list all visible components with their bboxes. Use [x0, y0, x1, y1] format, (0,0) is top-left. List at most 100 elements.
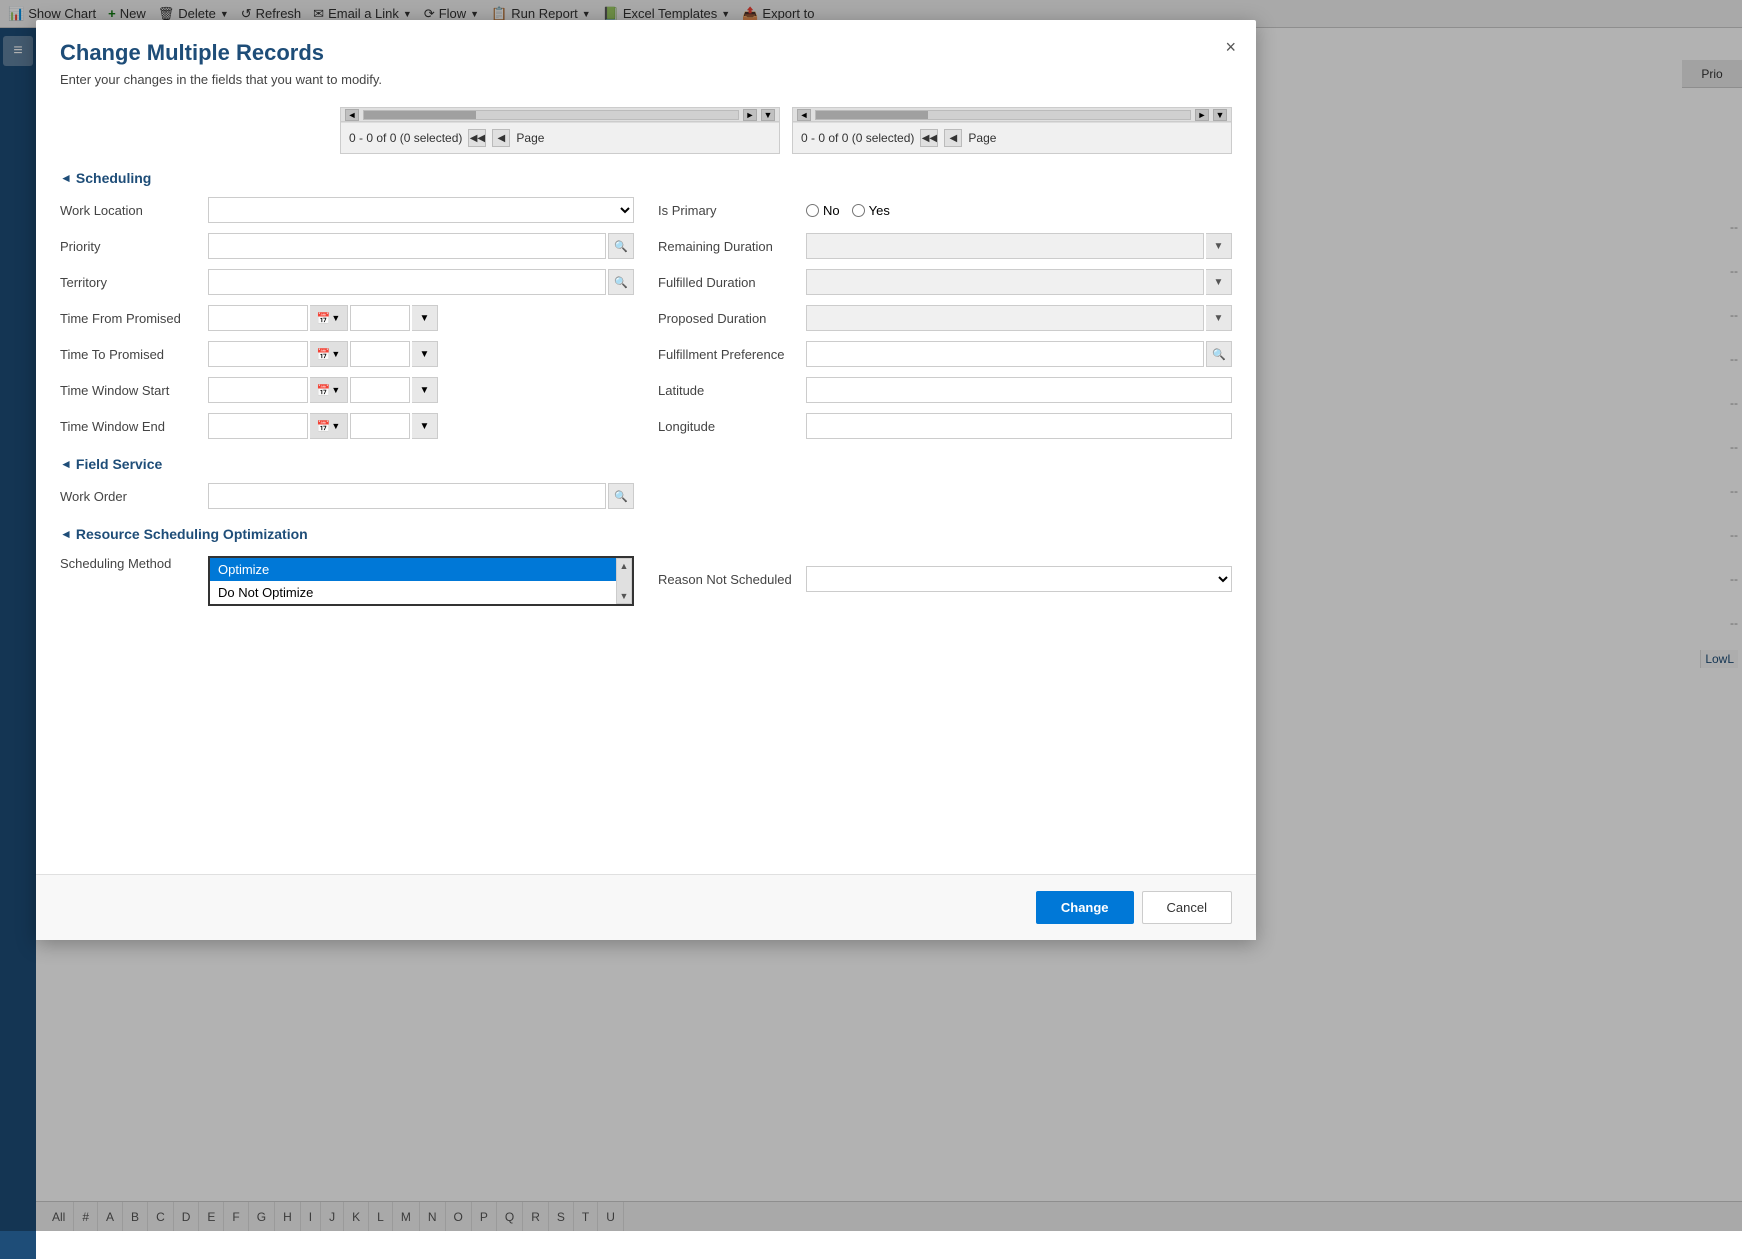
time-window-end-calendar-btn[interactable]: 📅 ▼: [310, 413, 348, 439]
grid1-scroll-down[interactable]: ▼: [761, 109, 775, 121]
fulfillment-preference-row: Fulfillment Preference 🔍: [658, 340, 1232, 368]
field-service-collapse-icon[interactable]: ◄: [60, 457, 72, 471]
work-order-lookup-btn[interactable]: 🔍: [608, 483, 634, 509]
grid1-scroll-thumb: [364, 111, 476, 119]
time-window-end-date-input[interactable]: [208, 413, 308, 439]
longitude-row: Longitude: [658, 412, 1232, 440]
fulfillment-preference-input[interactable]: [806, 341, 1204, 367]
territory-label: Territory: [60, 275, 200, 290]
scheduling-method-scroll-down[interactable]: ▼: [620, 591, 629, 601]
grid1-scroll-right[interactable]: ►: [743, 109, 757, 121]
rso-section-header: ◄ Resource Scheduling Optimization: [60, 526, 1232, 542]
rso-form-grid: Scheduling Method Optimize Do Not Optimi…: [60, 552, 1232, 606]
work-order-row: Work Order 🔍: [60, 482, 634, 510]
grid1-scroll-left[interactable]: ◄: [345, 109, 359, 121]
date-picker-chevron-2[interactable]: ▼: [331, 349, 340, 359]
grid2-scroll-thumb: [816, 111, 928, 119]
time-to-promised-time-btn[interactable]: ▼: [412, 341, 438, 367]
work-order-label: Work Order: [60, 489, 200, 504]
work-order-control: 🔍: [208, 483, 634, 509]
work-location-select[interactable]: [208, 197, 634, 223]
priority-lookup-btn[interactable]: 🔍: [608, 233, 634, 259]
date-picker-chevron-3[interactable]: ▼: [331, 385, 340, 395]
is-primary-no-option[interactable]: No: [806, 203, 840, 218]
grid1-first-page[interactable]: ◀◀: [468, 129, 486, 147]
grid2-first-page[interactable]: ◀◀: [920, 129, 938, 147]
grid1-footer: 0 - 0 of 0 (0 selected) ◀◀ ◀ Page: [341, 122, 779, 153]
dialog-close-button[interactable]: ×: [1225, 38, 1236, 56]
date-picker-chevron[interactable]: ▼: [331, 313, 340, 323]
dialog-title: Change Multiple Records: [60, 40, 1232, 66]
is-primary-no-radio[interactable]: [806, 204, 819, 217]
work-order-input[interactable]: [208, 483, 606, 509]
fulfillment-preference-control: 🔍: [806, 341, 1232, 367]
proposed-duration-input[interactable]: [806, 305, 1204, 331]
time-window-start-time-input[interactable]: [350, 377, 410, 403]
grid2-scroll-right[interactable]: ►: [1195, 109, 1209, 121]
fulfilled-duration-dropdown[interactable]: ▼: [1206, 269, 1232, 295]
grid2-scroll-left[interactable]: ◄: [797, 109, 811, 121]
time-window-end-label: Time Window End: [60, 419, 200, 434]
grid1-scroll-track[interactable]: [363, 110, 739, 120]
time-window-start-time-btn[interactable]: ▼: [412, 377, 438, 403]
time-window-start-date-input[interactable]: [208, 377, 308, 403]
rso-section-title: Resource Scheduling Optimization: [76, 526, 308, 542]
territory-lookup-btn[interactable]: 🔍: [608, 269, 634, 295]
calendar-icon-2: 📅: [317, 348, 331, 361]
dialog-footer: Change Cancel: [36, 874, 1256, 940]
grid2-scroll-track[interactable]: [815, 110, 1191, 120]
time-from-promised-calendar-btn[interactable]: 📅 ▼: [310, 305, 348, 331]
reason-not-scheduled-control: [806, 566, 1232, 592]
grid2-page-label: Page: [968, 131, 996, 145]
proposed-duration-dropdown[interactable]: ▼: [1206, 305, 1232, 331]
grid2-prev-page[interactable]: ◀: [944, 129, 962, 147]
change-button[interactable]: Change: [1036, 891, 1134, 924]
time-to-promised-calendar-btn[interactable]: 📅 ▼: [310, 341, 348, 367]
time-from-promised-date-input[interactable]: [208, 305, 308, 331]
priority-input[interactable]: [208, 233, 606, 259]
grid1-prev-page[interactable]: ◀: [492, 129, 510, 147]
latitude-row: Latitude: [658, 376, 1232, 404]
time-window-end-row: Time Window End 📅 ▼ ▼: [60, 412, 634, 440]
time-to-promised-time-input[interactable]: [350, 341, 410, 367]
is-primary-yes-option[interactable]: Yes: [852, 203, 890, 218]
cancel-button[interactable]: Cancel: [1142, 891, 1232, 924]
scheduling-method-do-not-optimize-option[interactable]: Do Not Optimize: [210, 581, 616, 604]
scheduling-collapse-icon[interactable]: ◄: [60, 171, 72, 185]
grid1-scrollbar[interactable]: ◄ ► ▼: [341, 108, 779, 122]
scheduling-method-optimize-option[interactable]: Optimize: [210, 558, 616, 581]
scheduling-method-scroll-up[interactable]: ▲: [620, 561, 629, 571]
longitude-input[interactable]: [806, 413, 1232, 439]
fulfillment-preference-lookup-btn[interactable]: 🔍: [1206, 341, 1232, 367]
is-primary-row: Is Primary No Yes: [658, 196, 1232, 224]
scheduling-section-title: Scheduling: [76, 170, 151, 186]
remaining-duration-input[interactable]: [806, 233, 1204, 259]
time-window-end-time-btn[interactable]: ▼: [412, 413, 438, 439]
time-to-promised-date-input[interactable]: [208, 341, 308, 367]
priority-control: 🔍: [208, 233, 634, 259]
work-order-search-icon: 🔍: [614, 490, 628, 503]
reason-not-scheduled-select[interactable]: [806, 566, 1232, 592]
scheduling-form-grid: Work Location Is Primary No: [60, 196, 1232, 440]
time-window-end-time-input[interactable]: [350, 413, 410, 439]
remaining-duration-dropdown[interactable]: ▼: [1206, 233, 1232, 259]
date-picker-chevron-4[interactable]: ▼: [331, 421, 340, 431]
scheduling-method-options: Optimize Do Not Optimize: [210, 558, 616, 604]
grid2-scrollbar[interactable]: ◄ ► ▼: [793, 108, 1231, 122]
grid2-scroll-down[interactable]: ▼: [1213, 109, 1227, 121]
time-from-promised-row: Time From Promised 📅 ▼ ▼: [60, 304, 634, 332]
fulfillment-search-icon: 🔍: [1212, 348, 1226, 361]
fulfilled-duration-input[interactable]: [806, 269, 1204, 295]
time-from-promised-time-btn[interactable]: ▼: [412, 305, 438, 331]
rso-collapse-icon[interactable]: ◄: [60, 527, 72, 541]
time-from-promised-time-input[interactable]: [350, 305, 410, 331]
latitude-label: Latitude: [658, 383, 798, 398]
remaining-duration-label: Remaining Duration: [658, 239, 798, 254]
proposed-duration-row: Proposed Duration ▼: [658, 304, 1232, 332]
territory-input[interactable]: [208, 269, 606, 295]
time-window-start-calendar-btn[interactable]: 📅 ▼: [310, 377, 348, 403]
latitude-input[interactable]: [806, 377, 1232, 403]
scheduling-method-control: Optimize Do Not Optimize ▲ ▼: [208, 556, 634, 606]
priority-row: Priority 🔍: [60, 232, 634, 260]
is-primary-yes-radio[interactable]: [852, 204, 865, 217]
